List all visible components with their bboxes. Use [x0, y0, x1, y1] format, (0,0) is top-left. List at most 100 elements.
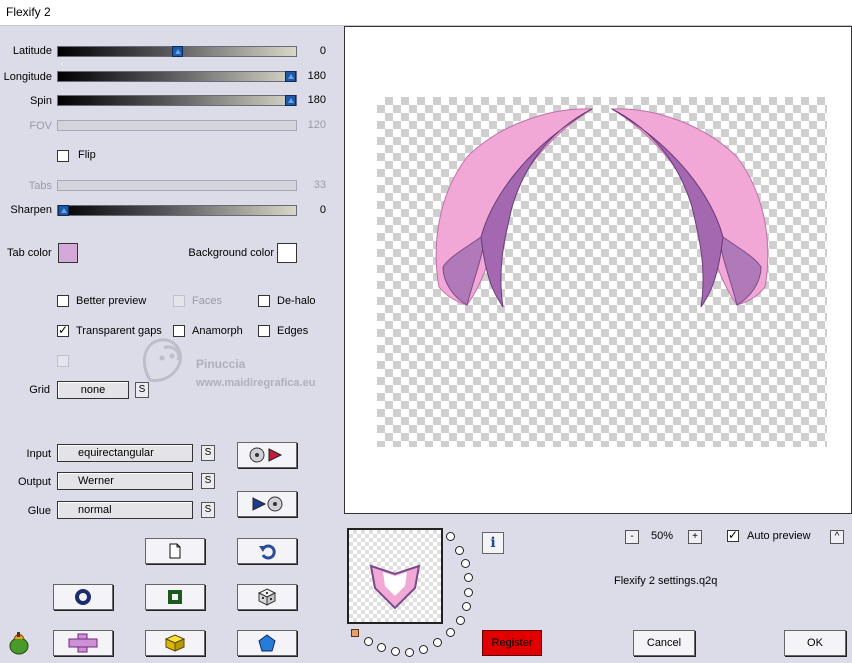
randomize-button[interactable] — [237, 584, 297, 610]
thumbnail-navigator[interactable] — [347, 528, 443, 624]
flip-label: Flip — [78, 149, 96, 161]
nav-dot[interactable] — [405, 648, 414, 657]
spin-slider[interactable] — [57, 95, 297, 106]
faces-checkbox — [173, 295, 185, 307]
better-preview-label: Better preview — [76, 295, 147, 307]
new-document-button[interactable] — [145, 538, 205, 564]
faces-label: Faces — [192, 295, 222, 307]
output-select[interactable]: Werner — [57, 472, 193, 490]
undo-icon — [259, 544, 276, 560]
flip-checkbox[interactable] — [57, 150, 69, 162]
cube-layout-button[interactable] — [145, 630, 205, 656]
undo-button[interactable] — [237, 538, 297, 564]
longitude-value: 180 — [307, 70, 326, 82]
spin-label: Spin — [29, 95, 52, 107]
zoom-out-button[interactable]: - — [625, 530, 639, 544]
collapse-button[interactable]: ^ — [830, 530, 844, 544]
check-mark-icon: ✓ — [728, 528, 739, 542]
nav-dot[interactable] — [446, 628, 455, 637]
nav-dot[interactable] — [455, 546, 464, 555]
window-title: Flexify 2 — [6, 5, 51, 19]
document-icon — [169, 543, 181, 559]
glue-s-button[interactable]: S — [201, 502, 215, 518]
settings-filename: Flexify 2 settings.q2q — [614, 575, 718, 587]
pentagon-icon — [258, 634, 276, 652]
glue-label: Glue — [27, 505, 51, 517]
arrow-to-disc-icon — [252, 496, 283, 512]
background-color-swatch[interactable] — [277, 243, 297, 263]
preview-image — [435, 108, 769, 308]
tabs-slider — [57, 180, 297, 191]
auto-preview-checkbox[interactable]: ✓ — [727, 528, 739, 542]
info-button[interactable]: i — [482, 532, 504, 554]
nav-dot[interactable] — [446, 532, 455, 541]
longitude-label: Longitude — [3, 71, 52, 83]
nav-dot[interactable] — [461, 559, 470, 568]
sharpen-value: 0 — [319, 204, 326, 216]
watermark-name: Pinuccia — [196, 357, 246, 371]
spin-slider-thumb[interactable] — [285, 95, 296, 106]
save-preset-button[interactable] — [237, 491, 297, 517]
input-label: Input — [26, 448, 51, 460]
zoom-in-button[interactable]: + — [688, 530, 702, 544]
register-button[interactable]: Register — [482, 630, 542, 656]
better-preview-checkbox[interactable] — [57, 295, 69, 307]
zoom-value: 50% — [650, 530, 674, 542]
fov-value: 120 — [307, 119, 326, 131]
preview-panel[interactable] — [344, 26, 852, 514]
fov-label: FOV — [29, 120, 52, 132]
output-s-button[interactable]: S — [201, 473, 215, 489]
auto-preview-label: Auto preview — [747, 530, 811, 542]
cross-layout-button[interactable] — [53, 630, 113, 656]
longitude-slider-thumb[interactable] — [285, 71, 296, 82]
output-label: Output — [17, 476, 51, 488]
background-color-label: Background color — [188, 247, 274, 259]
title-bar: Flexify 2 — [0, 0, 852, 26]
nav-dot[interactable] — [377, 643, 386, 652]
input-select[interactable]: equirectangular — [57, 444, 193, 462]
nav-anchor-handle[interactable] — [351, 629, 359, 637]
nav-dot[interactable] — [391, 647, 400, 656]
ok-button[interactable]: OK — [784, 630, 846, 656]
ring-icon — [75, 589, 91, 605]
grid-select[interactable]: none — [57, 381, 129, 399]
sharpen-slider[interactable] — [57, 205, 297, 216]
nav-dot[interactable] — [462, 602, 471, 611]
transparent-gaps-checkbox[interactable]: ✓ — [57, 323, 69, 337]
nav-dot[interactable] — [464, 588, 473, 597]
flaming-pear-logo-icon — [9, 632, 29, 655]
latitude-value: 0 — [319, 45, 326, 57]
tab-color-swatch[interactable] — [58, 243, 78, 263]
sharpen-slider-thumb[interactable] — [58, 205, 69, 216]
square-frame-icon — [168, 590, 182, 604]
sharpen-label: Sharpen — [10, 204, 52, 216]
disabled-option-checkbox — [57, 355, 69, 367]
tab-color-label: Tab color — [7, 247, 52, 259]
glue-select[interactable]: normal — [57, 501, 193, 519]
longitude-slider[interactable] — [57, 71, 297, 82]
polyhedron-layout-button[interactable] — [237, 630, 297, 656]
nav-dot[interactable] — [419, 645, 428, 654]
latitude-slider[interactable] — [57, 46, 297, 57]
thumbnail-image — [369, 564, 421, 610]
check-mark-icon: ✓ — [58, 323, 69, 337]
latitude-slider-thumb[interactable] — [171, 46, 183, 57]
ring-mode-button[interactable] — [53, 584, 113, 610]
disc-to-arrow-icon — [249, 447, 283, 463]
spin-value: 180 — [307, 94, 326, 106]
fov-slider — [57, 120, 297, 131]
watermark-url: www.maidiregrafica.eu — [195, 377, 315, 389]
load-preset-button[interactable] — [237, 442, 297, 468]
nav-dot[interactable] — [464, 573, 473, 582]
de-halo-checkbox[interactable] — [258, 295, 270, 307]
grid-label: Grid — [29, 384, 50, 396]
dice-icon — [257, 588, 277, 606]
nav-dot[interactable] — [456, 616, 465, 625]
frame-mode-button[interactable] — [145, 584, 205, 610]
nav-dot[interactable] — [364, 637, 373, 646]
input-s-button[interactable]: S — [201, 445, 215, 461]
cross-icon — [68, 633, 98, 653]
nav-dot[interactable] — [433, 638, 442, 647]
cancel-button[interactable]: Cancel — [633, 630, 695, 656]
preview-canvas[interactable] — [377, 97, 827, 447]
